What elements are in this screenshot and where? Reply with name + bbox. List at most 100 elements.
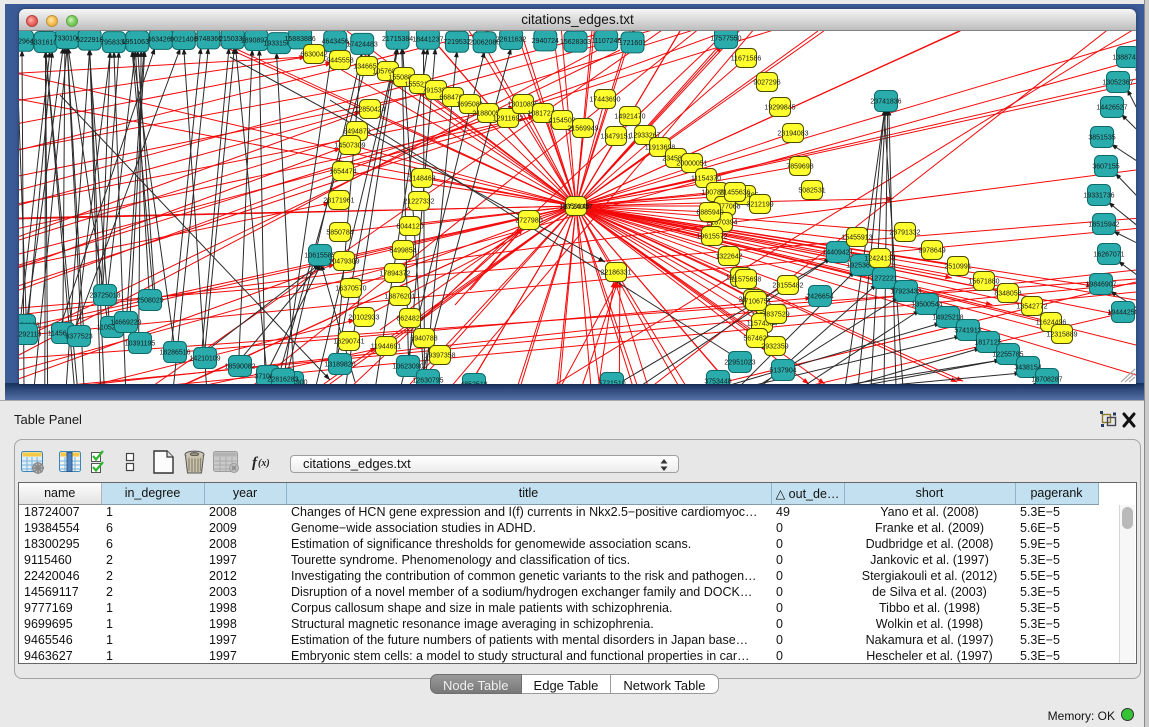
svg-text:17577550: 17577550 (710, 36, 741, 43)
svg-text:14669229: 14669229 (110, 320, 141, 327)
svg-text:3851535: 3851535 (1088, 135, 1115, 142)
svg-text:9021408: 9021408 (170, 37, 197, 44)
svg-text:13052367: 13052367 (1102, 80, 1133, 87)
svg-text:13887413: 13887413 (1112, 55, 1136, 62)
svg-text:14921470: 14921470 (614, 114, 645, 121)
svg-text:20000051: 20000051 (676, 161, 707, 168)
svg-text:18724007: 18724007 (559, 202, 592, 211)
svg-text:2727980: 2727980 (515, 218, 542, 225)
svg-text:17443690: 17443690 (589, 97, 620, 104)
svg-text:17106751: 17106751 (740, 299, 771, 306)
svg-text:6885940: 6885940 (696, 210, 723, 217)
svg-text:1721601: 1721601 (619, 40, 646, 47)
svg-text:7219532: 7219532 (443, 39, 470, 46)
svg-text:22816283: 22816283 (267, 377, 298, 384)
svg-text:12911692: 12911692 (493, 116, 524, 123)
svg-text:11671586: 11671586 (731, 56, 762, 63)
svg-text:12630795: 12630795 (412, 378, 443, 385)
svg-text:10391195: 10391195 (125, 341, 156, 348)
svg-text:22951023: 22951023 (724, 360, 755, 367)
svg-text:5082531: 5082531 (798, 188, 825, 195)
svg-text:4154502: 4154502 (548, 118, 575, 125)
svg-text:9027296: 9027296 (753, 80, 780, 87)
svg-text:23791332: 23791332 (889, 230, 920, 237)
svg-text:12424139: 12424139 (864, 256, 895, 263)
svg-text:19299845: 19299845 (764, 105, 795, 112)
svg-text:(x): (x) (258, 458, 270, 469)
svg-text:2508029: 2508029 (136, 298, 163, 305)
svg-text:6044120: 6044120 (396, 224, 423, 231)
svg-text:5850784: 5850784 (326, 230, 353, 237)
svg-text:15671880: 15671880 (968, 279, 999, 286)
svg-text:8348058: 8348058 (994, 291, 1021, 298)
svg-text:3753448: 3753448 (704, 379, 731, 385)
svg-text:14426527: 14426527 (1096, 105, 1127, 112)
svg-text:21227332: 21227332 (403, 199, 434, 206)
svg-text:6940788: 6940788 (410, 336, 437, 343)
svg-text:19444250: 19444250 (1107, 310, 1136, 317)
svg-text:19846907: 19846907 (1085, 282, 1116, 289)
svg-text:23741836: 23741836 (870, 99, 901, 106)
svg-text:18590082: 18590082 (224, 364, 255, 371)
svg-text:18515942: 18515942 (1088, 222, 1119, 229)
svg-text:14507309: 14507309 (334, 143, 365, 150)
svg-text:3607155: 3607155 (1092, 164, 1119, 171)
svg-text:20102933: 20102933 (348, 315, 379, 322)
svg-text:12850424: 12850424 (354, 107, 385, 114)
svg-text:22186331: 22186331 (600, 270, 631, 277)
svg-text:16370570: 16370570 (335, 286, 366, 293)
svg-text:23194083: 23194083 (777, 131, 808, 138)
svg-text:19331736: 19331736 (1083, 193, 1114, 200)
svg-text:13479151: 13479151 (600, 134, 631, 141)
svg-text:1654474: 1654474 (329, 169, 356, 176)
svg-text:23155482: 23155482 (772, 283, 803, 290)
svg-text:21715384: 21715384 (382, 36, 413, 43)
svg-text:11944691: 11944691 (371, 344, 402, 351)
svg-text:23725018: 23725018 (89, 293, 120, 300)
svg-text:3212199: 3212199 (746, 202, 773, 209)
svg-text:8377523: 8377523 (65, 334, 92, 341)
svg-text:17894372: 17894372 (379, 271, 410, 278)
svg-text:10292119: 10292119 (19, 332, 41, 339)
svg-text:9748366: 9748366 (195, 36, 222, 43)
svg-text:17424483: 17424483 (347, 41, 378, 48)
svg-text:15455913: 15455913 (841, 235, 872, 242)
svg-text:9978649: 9978649 (918, 248, 945, 255)
svg-text:19397358: 19397358 (424, 353, 455, 360)
svg-text:3148463: 3148463 (408, 176, 435, 183)
svg-text:12315889: 12315889 (1046, 332, 1077, 339)
svg-text:14409421: 14409421 (822, 250, 853, 257)
svg-text:21569949: 21569949 (567, 126, 598, 133)
svg-text:2426654: 2426654 (806, 294, 833, 301)
svg-text:5721510: 5721510 (598, 381, 625, 385)
svg-text:13542772: 13542772 (1016, 304, 1047, 311)
svg-text:4643456: 4643456 (322, 39, 349, 46)
svg-text:7837529: 7837529 (762, 312, 789, 319)
svg-text:23171961: 23171961 (323, 198, 354, 205)
svg-text:16290741: 16290741 (333, 339, 364, 346)
svg-text:11154370: 11154370 (691, 176, 721, 183)
svg-text:15628303: 15628303 (560, 39, 591, 46)
svg-text:22611632: 22611632 (496, 37, 527, 44)
svg-text:18441237: 18441237 (412, 36, 443, 43)
svg-text:16267071: 16267071 (1093, 252, 1124, 259)
svg-text:2940724: 2940724 (532, 38, 559, 45)
svg-text:6630042: 6630042 (300, 52, 327, 59)
svg-text:10623090: 10623090 (392, 364, 423, 371)
svg-text:4852518: 4852518 (460, 382, 487, 385)
svg-text:8494879: 8494879 (343, 129, 370, 136)
svg-text:18708287: 18708287 (1031, 377, 1062, 384)
svg-text:5137904: 5137904 (769, 368, 796, 375)
svg-text:2510991: 2510991 (944, 264, 971, 271)
svg-text:11575698: 11575698 (731, 277, 762, 284)
svg-text:19615572: 19615572 (696, 234, 727, 241)
svg-text:1322642: 1322642 (715, 254, 742, 261)
svg-text:5499854: 5499854 (389, 248, 416, 255)
svg-text:18876201: 18876201 (384, 294, 415, 301)
svg-text:7859698: 7859698 (786, 164, 813, 171)
svg-text:11107246: 11107246 (591, 38, 621, 45)
svg-text:10479309: 10479309 (328, 259, 359, 266)
svg-text:13189820: 13189820 (324, 362, 355, 369)
svg-text:21455636: 21455636 (719, 190, 750, 197)
svg-text:15883886: 15883886 (285, 36, 316, 43)
